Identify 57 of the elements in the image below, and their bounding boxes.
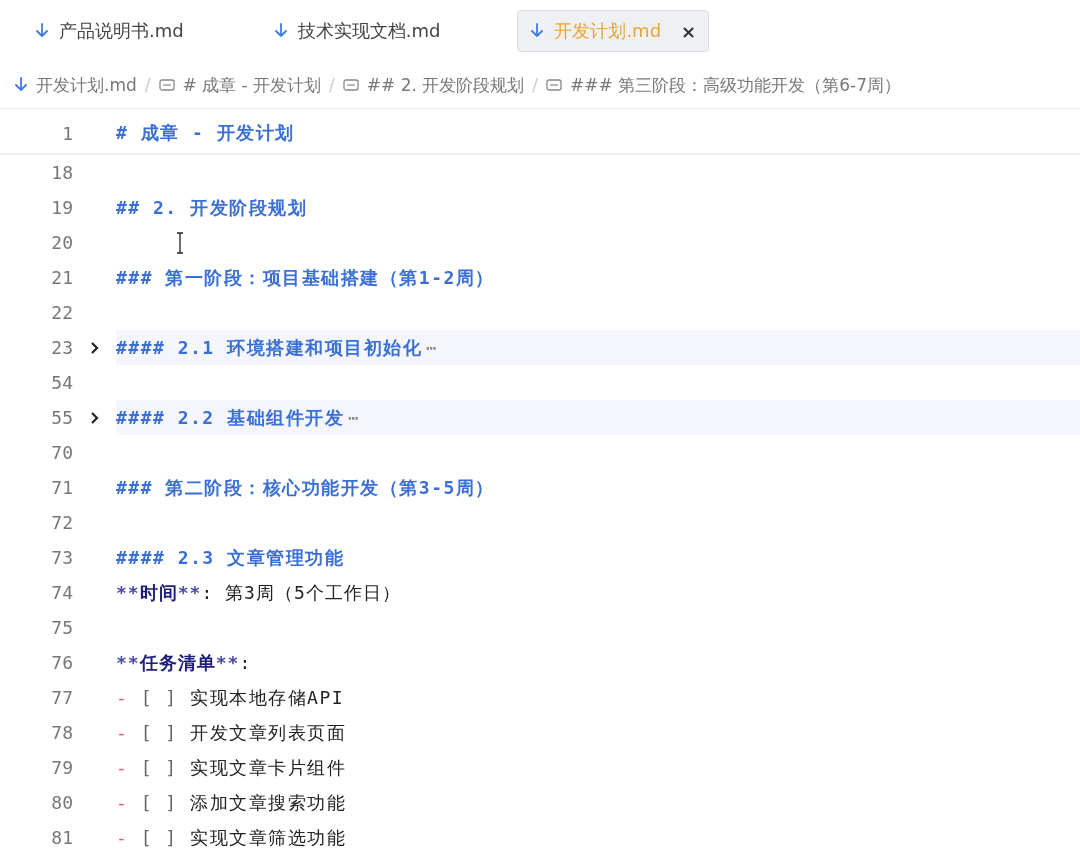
task-item-text: - [ ] 实现文章筛选功能 xyxy=(116,825,347,850)
line-number: 72 xyxy=(50,512,73,533)
line-number: 78 xyxy=(50,722,73,743)
download-arrow-icon xyxy=(14,77,28,93)
heading-text: ### 第二阶段：核心功能开发（第3-5周） xyxy=(116,475,495,500)
line-number: 19 xyxy=(50,197,73,218)
heading-text: ## 2. 开发阶段规划 xyxy=(116,195,308,220)
breadcrumb-item[interactable]: ### 第三阶段：高级功能开发（第6-7周） xyxy=(570,73,901,97)
line-number: 77 xyxy=(50,687,73,708)
heading-text: #### 2.1 环境搭建和项目初始化 xyxy=(116,335,423,360)
line-number: 71 xyxy=(50,477,73,498)
line-number: 81 xyxy=(50,827,73,848)
chevron-right-icon[interactable] xyxy=(90,410,99,425)
task-item-text: - [ ] 开发文章列表页面 xyxy=(116,720,347,745)
code-text: **时间**: 第3周（5个工作日） xyxy=(116,580,401,605)
breadcrumb-item[interactable]: ## 2. 开发阶段规划 xyxy=(366,73,525,97)
task-item-text: - [ ] 实现本地存储API xyxy=(116,685,345,710)
line-number: 79 xyxy=(50,757,73,778)
line-number: 76 xyxy=(50,652,73,673)
line-number: 54 xyxy=(50,372,73,393)
heading-text: ### 第一阶段：项目基础搭建（第1-2周） xyxy=(116,265,495,290)
line-number: 23 xyxy=(50,337,73,358)
heading-symbol-icon xyxy=(158,79,175,91)
chevron-right-icon[interactable] xyxy=(90,340,99,355)
breadcrumb-item[interactable]: 开发计划.md xyxy=(36,73,137,97)
breadcrumb-item[interactable]: # 成章 - 开发计划 xyxy=(182,73,322,97)
heading-text: #### 2.3 文章管理功能 xyxy=(116,545,345,570)
line-number: 74 xyxy=(50,582,73,603)
breadcrumb-separator: / xyxy=(532,75,539,95)
code-text: **任务清单**: xyxy=(116,650,252,675)
line-number: 20 xyxy=(50,232,73,253)
breadcrumb-separator: / xyxy=(144,75,151,95)
download-arrow-icon xyxy=(273,23,288,39)
file-tab[interactable]: 技术实现文档.md xyxy=(260,10,454,52)
line-number: 21 xyxy=(50,267,73,288)
heading-symbol-icon xyxy=(546,79,563,91)
heading-text: #### 2.2 基础组件开发 xyxy=(116,405,345,430)
fold-ellipsis[interactable]: ⋯ xyxy=(426,337,437,358)
heading-text: # 成章 - 开发计划 xyxy=(116,121,295,145)
file-tab[interactable]: 开发计划.md × xyxy=(517,10,710,52)
task-item-text: - [ ] 添加文章搜索功能 xyxy=(116,790,347,815)
line-number: 73 xyxy=(50,547,73,568)
fold-ellipsis[interactable]: ⋯ xyxy=(348,407,359,428)
breadcrumb-separator: / xyxy=(329,75,335,95)
line-number: 22 xyxy=(50,302,73,323)
line-number: 18 xyxy=(50,162,73,183)
download-arrow-icon xyxy=(35,23,49,39)
close-icon[interactable]: × xyxy=(681,20,697,42)
line-number: 80 xyxy=(50,792,73,813)
task-item-text: - [ ] 实现文章卡片组件 xyxy=(116,755,347,780)
line-number: 70 xyxy=(50,442,73,463)
line-number: 55 xyxy=(50,407,73,428)
download-arrow-icon xyxy=(530,23,545,39)
heading-symbol-icon xyxy=(342,79,359,91)
line-number: 75 xyxy=(50,617,73,638)
file-tab[interactable]: 产品说明书.md xyxy=(22,10,197,52)
line-number: 1 xyxy=(61,122,73,144)
